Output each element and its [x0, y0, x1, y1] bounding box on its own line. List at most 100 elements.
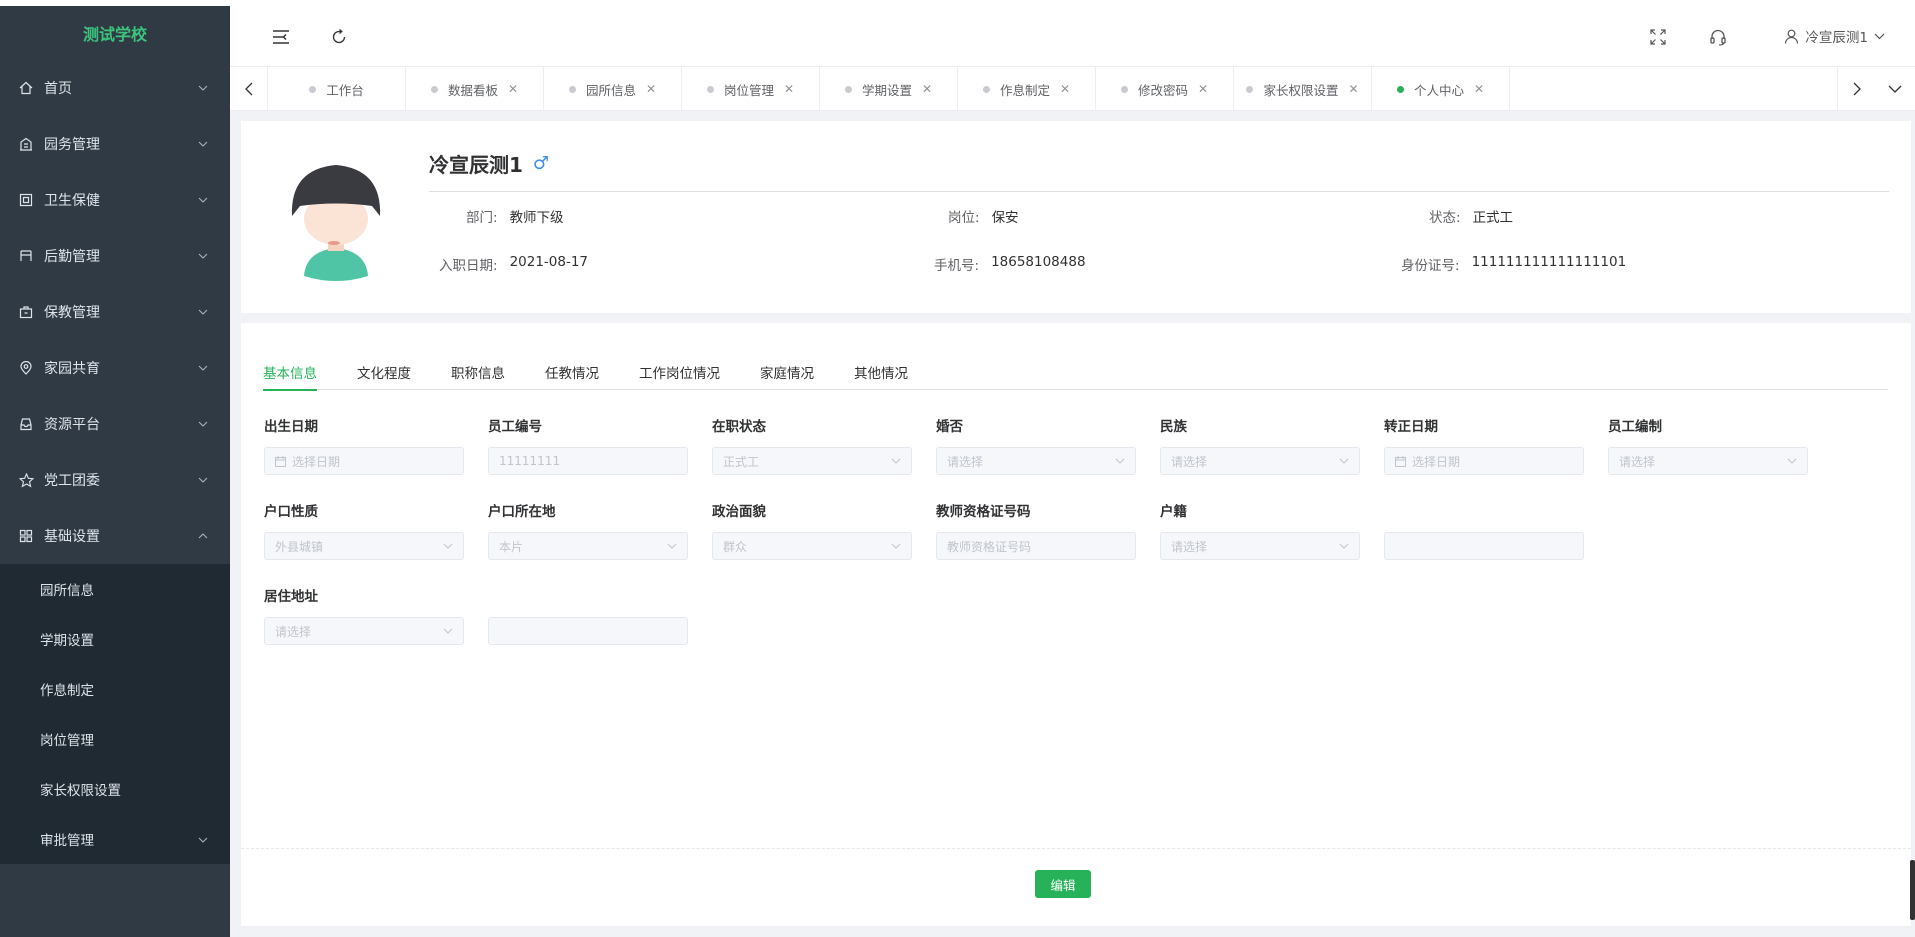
- chevron-down-icon: [198, 83, 208, 93]
- close-icon[interactable]: ✕: [784, 82, 794, 96]
- tab-education[interactable]: 文化程度: [357, 353, 411, 390]
- menu-item-basic-settings[interactable]: 基础设置: [0, 508, 230, 564]
- political-status-field: 政治面貌 群众: [712, 500, 912, 560]
- sidebar-item-schedule[interactable]: 作息制定: [0, 664, 230, 714]
- close-icon[interactable]: ✕: [1060, 82, 1070, 96]
- health-icon: [18, 192, 34, 208]
- user-icon: [1785, 29, 1799, 44]
- user-menu[interactable]: 冷宣辰测1: [1784, 26, 1885, 46]
- field-post: 岗位: 保安: [948, 206, 1019, 226]
- field-phone: 手机号: 18658108488: [934, 254, 1086, 274]
- home-icon: [18, 80, 34, 96]
- tabs-scroll-left-button[interactable]: [230, 67, 268, 111]
- marriage-select[interactable]: 请选择: [936, 447, 1136, 475]
- tab-personal-center[interactable]: 个人中心 ✕: [1372, 67, 1510, 111]
- chevron-down-icon: [198, 363, 208, 373]
- field-label: 居住地址: [264, 589, 318, 605]
- menu-item-education[interactable]: 保教管理: [0, 284, 230, 340]
- sidebar-item-parent-permissions[interactable]: 家长权限设置: [0, 764, 230, 814]
- birth-date-picker[interactable]: 选择日期: [264, 447, 464, 475]
- avatar: [291, 165, 381, 281]
- staffing-select[interactable]: 请选择: [1608, 447, 1808, 475]
- address-field: 居住地址 请选择: [264, 585, 464, 645]
- chevron-down-icon: [443, 543, 453, 549]
- tab-teaching[interactable]: 任教情况: [545, 353, 599, 390]
- tab-label: 学期设置: [861, 82, 912, 98]
- tab-workbench[interactable]: 工作台: [268, 67, 406, 111]
- close-icon[interactable]: ✕: [922, 82, 932, 96]
- detail-tabs: 基本信息 文化程度 职称信息 任教情况 工作岗位情况 家庭情况 其他情况: [263, 353, 1888, 391]
- close-icon[interactable]: ✕: [646, 82, 656, 96]
- sidebar-item-post-management[interactable]: 岗位管理: [0, 714, 230, 764]
- menu-item-label: 保教管理: [44, 305, 100, 321]
- regular-date-field: 转正日期 选择日期: [1384, 415, 1584, 475]
- employee-number-input[interactable]: 11111111: [488, 447, 688, 475]
- tab-label: 数据看板: [447, 82, 498, 98]
- tab-semester-settings[interactable]: 学期设置 ✕: [820, 67, 958, 111]
- address-detail-input[interactable]: [488, 617, 688, 645]
- edit-button[interactable]: 编辑: [1035, 870, 1091, 898]
- chevron-down-icon: [198, 195, 208, 205]
- huji-detail-input[interactable]: [1384, 532, 1584, 560]
- submenu-item-label: 学期设置: [40, 633, 94, 649]
- hukou-type-select[interactable]: 外县城镇: [264, 532, 464, 560]
- close-icon[interactable]: ✕: [1198, 82, 1208, 96]
- tabs-scroll-right-button[interactable]: [1837, 67, 1875, 111]
- fullscreen-icon: [1650, 29, 1666, 45]
- submenu-item-label: 作息制定: [40, 683, 94, 699]
- refresh-button[interactable]: [328, 26, 350, 48]
- sidebar-item-semester-settings[interactable]: 学期设置: [0, 614, 230, 664]
- tab-parent-permissions[interactable]: 家长权限设置 ✕: [1234, 67, 1372, 111]
- chevron-down-icon: [1339, 458, 1349, 464]
- menu-item-garden-affairs[interactable]: 园务管理: [0, 116, 230, 172]
- field-id-number: 身份证号: 111111111111111101: [1401, 254, 1626, 274]
- submenu-item-label: 审批管理: [40, 833, 94, 849]
- tab-work-post[interactable]: 工作岗位情况: [639, 353, 720, 390]
- tab-garden-info[interactable]: 园所信息 ✕: [544, 67, 682, 111]
- tab-title-info[interactable]: 职称信息: [451, 353, 505, 390]
- tab-change-password[interactable]: 修改密码 ✕: [1096, 67, 1234, 111]
- menu-item-logistics[interactable]: 后勤管理: [0, 228, 230, 284]
- tab-post-management[interactable]: 岗位管理 ✕: [682, 67, 820, 111]
- grid-icon: [18, 528, 34, 544]
- support-button[interactable]: [1707, 26, 1729, 48]
- address-select[interactable]: 请选择: [264, 617, 464, 645]
- tabs-dropdown-button[interactable]: [1875, 67, 1915, 111]
- menu-item-co-education[interactable]: 家园共育: [0, 340, 230, 396]
- menu-item-health[interactable]: 卫生保健: [0, 172, 230, 228]
- job-status-select[interactable]: 正式工: [712, 447, 912, 475]
- sidebar-item-garden-info[interactable]: 园所信息: [0, 564, 230, 614]
- field-value: 教师下级: [509, 210, 564, 226]
- sidebar-item-approval[interactable]: 审批管理: [0, 814, 230, 864]
- nation-select[interactable]: 请选择: [1160, 447, 1360, 475]
- political-status-select[interactable]: 群众: [712, 532, 912, 560]
- tab-basic-info[interactable]: 基本信息: [263, 353, 317, 391]
- field-value: 群众: [723, 539, 748, 554]
- menu-item-home[interactable]: 首页: [0, 60, 230, 116]
- tab-other[interactable]: 其他情况: [854, 353, 908, 390]
- hukou-place-select[interactable]: 本片: [488, 532, 688, 560]
- menu-item-party[interactable]: 党工团委: [0, 452, 230, 508]
- tab-family[interactable]: 家庭情况: [760, 353, 814, 390]
- field-label: 教师资格证号码: [936, 504, 1031, 520]
- tab-label: 作息制定: [999, 82, 1050, 98]
- scrollbar[interactable]: [1910, 860, 1915, 920]
- close-icon[interactable]: ✕: [1474, 82, 1484, 96]
- tab-data-board[interactable]: 数据看板 ✕: [406, 67, 544, 111]
- teacher-cert-input[interactable]: 教师资格证号码: [936, 532, 1136, 560]
- fullscreen-button[interactable]: [1647, 26, 1669, 48]
- field-placeholder: 请选择: [947, 454, 984, 469]
- collapse-menu-button[interactable]: [270, 26, 292, 48]
- close-icon[interactable]: ✕: [508, 82, 518, 96]
- top-header: 冷宣辰测1: [230, 6, 1915, 67]
- menu-item-label: 党工团委: [44, 473, 100, 489]
- huji-select[interactable]: 请选择: [1160, 532, 1360, 560]
- job-status-field: 在职状态 正式工: [712, 415, 912, 475]
- menu-item-resources[interactable]: 资源平台: [0, 396, 230, 452]
- close-icon[interactable]: ✕: [1348, 82, 1358, 96]
- regular-date-picker[interactable]: 选择日期: [1384, 447, 1584, 475]
- tab-dot: [1396, 85, 1404, 93]
- profile-card: 冷宣辰测1 ♂ 部门: 教师下级 岗位: 保安 状态: 正式工 入职日期: 20…: [241, 121, 1911, 313]
- tab-schedule[interactable]: 作息制定 ✕: [958, 67, 1096, 111]
- chevron-down-icon: [198, 139, 208, 149]
